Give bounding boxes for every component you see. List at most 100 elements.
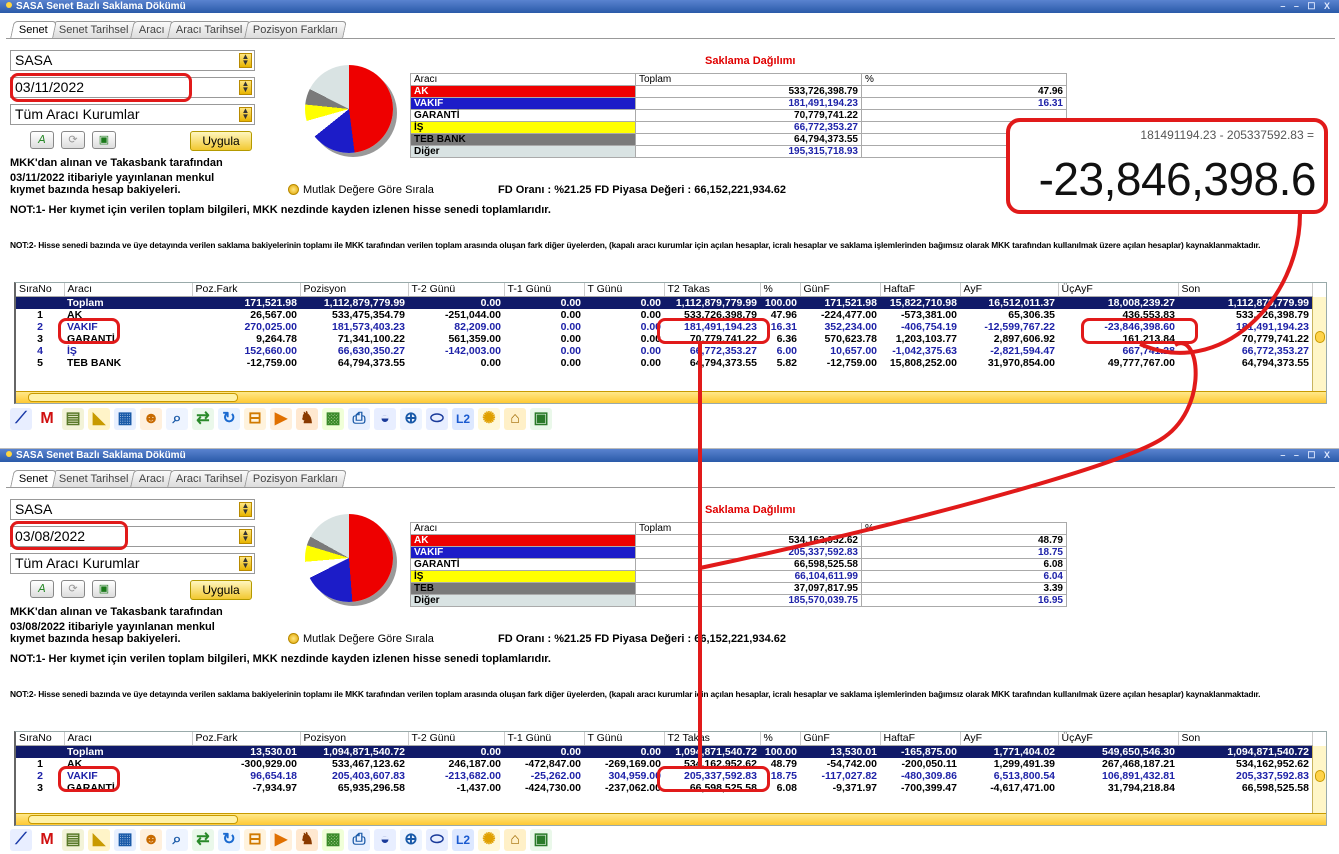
people-icon[interactable]: ☻ — [140, 829, 162, 851]
database-icon[interactable]: ◒ — [374, 829, 396, 851]
radio-icon[interactable] — [288, 633, 299, 644]
l2-icon[interactable]: L2 — [452, 829, 474, 851]
absolute-sort-option[interactable]: Mutlak Değere Göre Sırala — [288, 633, 434, 645]
cylinder-icon[interactable]: ⬭ — [426, 829, 448, 851]
document-icon[interactable]: ▤ — [62, 829, 84, 851]
m-logo-icon[interactable]: M — [36, 829, 58, 851]
grid-header-cell[interactable]: Aracı — [64, 283, 193, 297]
tab-araci-tarihsel[interactable]: Aracı Tarihsel — [167, 470, 252, 487]
grid-header-cell[interactable]: T2 Takas — [664, 732, 761, 746]
people-icon[interactable]: ☻ — [140, 408, 162, 430]
refresh-icon[interactable]: ↻ — [218, 408, 240, 430]
line-chart-icon[interactable]: ⟋ — [10, 408, 32, 430]
database-icon[interactable]: ◒ — [374, 408, 396, 430]
tab-araci-tarihsel[interactable]: Aracı Tarihsel — [167, 21, 252, 38]
sun-icon[interactable]: ✺ — [478, 408, 500, 430]
radio-icon[interactable] — [288, 184, 299, 195]
m-logo-icon[interactable]: M — [36, 408, 58, 430]
grid-header-cell[interactable]: SıraNo — [16, 283, 65, 297]
grid-header-cell[interactable]: HaftaF — [880, 732, 961, 746]
grid-header-cell[interactable]: Aracı — [64, 732, 193, 746]
grid-header-cell[interactable]: T-1 Günü — [504, 732, 585, 746]
swap-icon[interactable]: ⇄ — [192, 829, 214, 851]
vertical-scrollbar[interactable] — [1312, 297, 1326, 393]
grid-header-cell[interactable]: HaftaF — [880, 283, 961, 297]
broker-select[interactable]: Tüm Aracı Kurumlar ▲ ▼ — [10, 553, 255, 574]
grid-header-cell[interactable]: ÜçAyF — [1058, 732, 1179, 746]
play-icon[interactable]: ▶ — [270, 408, 292, 430]
bank-icon[interactable]: ⌂ — [504, 408, 526, 430]
grid-total-row[interactable]: Toplam 171,521.98 1,112,879,779.99 0.00 0.00… — [16, 296, 1312, 309]
split-icon[interactable]: ⊟ — [244, 408, 266, 430]
grid-header-cell[interactable]: % — [760, 283, 801, 297]
grid-header-cell[interactable]: T-2 Günü — [408, 283, 505, 297]
excel-button[interactable]: ▣ — [92, 131, 116, 149]
grid-header-cell[interactable]: T-2 Günü — [408, 732, 505, 746]
split-icon[interactable]: ⊟ — [244, 829, 266, 851]
grid-header-cell[interactable]: SıraNo — [16, 732, 65, 746]
tab-pozisyon-farklari[interactable]: Pozisyon Farkları — [244, 21, 348, 38]
grid-header-cell[interactable]: GünF — [800, 283, 881, 297]
heatmap-icon[interactable]: ▩ — [322, 829, 344, 851]
window-controls[interactable]: – – ☐ X — [1280, 0, 1333, 13]
symbol-select[interactable]: SASA ▲ ▼ — [10, 499, 255, 520]
refresh-icon[interactable]: ↻ — [218, 829, 240, 851]
print-icon[interactable]: ⎙ — [348, 829, 370, 851]
dropdown-arrow-icon[interactable]: ▲ ▼ — [239, 529, 252, 544]
heatmap-icon[interactable]: ▩ — [322, 408, 344, 430]
table-icon[interactable]: ▦ — [114, 829, 136, 851]
horizontal-scrollbar[interactable] — [16, 391, 1326, 403]
grid-header-cell[interactable]: ÜçAyF — [1058, 283, 1179, 297]
apply-button[interactable]: Uygula — [190, 131, 252, 151]
chart-box-icon[interactable]: ▣ — [530, 408, 552, 430]
dropdown-arrow-icon[interactable]: ▲ ▼ — [239, 53, 252, 68]
horizontal-scrollbar[interactable] — [16, 813, 1326, 825]
tab-senet-tarihsel[interactable]: Senet Tarihsel — [49, 21, 138, 38]
grid-header-cell[interactable]: T-1 Günü — [504, 283, 585, 297]
dropdown-arrow-icon[interactable]: ▲ ▼ — [239, 556, 252, 571]
tab-pozisyon-farklari[interactable]: Pozisyon Farkları — [244, 470, 348, 487]
chart-button[interactable]: 𝘈 — [30, 131, 54, 149]
scroll-thumb[interactable] — [28, 815, 238, 824]
bull-icon[interactable]: ♞ — [296, 829, 318, 851]
grid-header-cell[interactable]: GünF — [800, 732, 881, 746]
grid-header-cell[interactable]: Poz.Fark — [192, 732, 301, 746]
scroll-thumb[interactable] — [1315, 331, 1325, 343]
dropdown-arrow-icon[interactable]: ▲ ▼ — [239, 80, 252, 95]
grid-header-cell[interactable]: T Günü — [584, 732, 665, 746]
refresh-button[interactable]: ⟳ — [61, 131, 85, 149]
excel-button[interactable]: ▣ — [92, 580, 116, 598]
scroll-thumb[interactable] — [1315, 770, 1325, 782]
l2-icon[interactable]: L2 — [452, 408, 474, 430]
zoom-icon[interactable]: ⊕ — [400, 829, 422, 851]
tab-senet[interactable]: Senet — [10, 470, 57, 487]
broker-select[interactable]: Tüm Aracı Kurumlar ▲ ▼ — [10, 104, 255, 125]
dropdown-arrow-icon[interactable]: ▲ ▼ — [239, 107, 252, 122]
table-row[interactable]: 5 TEB BANK -12,759.00 64,794,373.55 0.00 0.00… — [16, 357, 1312, 369]
line-chart-icon[interactable]: ⟋ — [10, 829, 32, 851]
apply-button[interactable]: Uygula — [190, 580, 252, 600]
bull-icon[interactable]: ♞ — [296, 408, 318, 430]
grid-total-row[interactable]: Toplam 13,530.01 1,094,871,540.72 0.00 0.00 0… — [16, 745, 1312, 758]
zoom-icon[interactable]: ⊕ — [400, 408, 422, 430]
magnifier-icon[interactable]: ⌕ — [166, 408, 188, 430]
absolute-sort-option[interactable]: Mutlak Değere Göre Sırala — [288, 184, 434, 196]
document-icon[interactable]: ▤ — [62, 408, 84, 430]
grid-header-cell[interactable]: Poz.Fark — [192, 283, 301, 297]
chart-button[interactable]: 𝘈 — [30, 580, 54, 598]
chart-box-icon[interactable]: ▣ — [530, 829, 552, 851]
tab-senet-tarihsel[interactable]: Senet Tarihsel — [49, 470, 138, 487]
grid-header-cell[interactable]: AyF — [960, 732, 1059, 746]
area-chart-icon[interactable]: ◣ — [88, 408, 110, 430]
cylinder-icon[interactable]: ⬭ — [426, 408, 448, 430]
grid-header-cell[interactable]: % — [760, 732, 801, 746]
dropdown-arrow-icon[interactable]: ▲ ▼ — [239, 502, 252, 517]
vertical-scrollbar[interactable] — [1312, 746, 1326, 814]
swap-icon[interactable]: ⇄ — [192, 408, 214, 430]
refresh-button[interactable]: ⟳ — [61, 580, 85, 598]
bank-icon[interactable]: ⌂ — [504, 829, 526, 851]
grid-header-cell[interactable]: Son — [1178, 732, 1313, 746]
symbol-select[interactable]: SASA ▲ ▼ — [10, 50, 255, 71]
sun-icon[interactable]: ✺ — [478, 829, 500, 851]
grid-header-cell[interactable]: Son — [1178, 283, 1313, 297]
